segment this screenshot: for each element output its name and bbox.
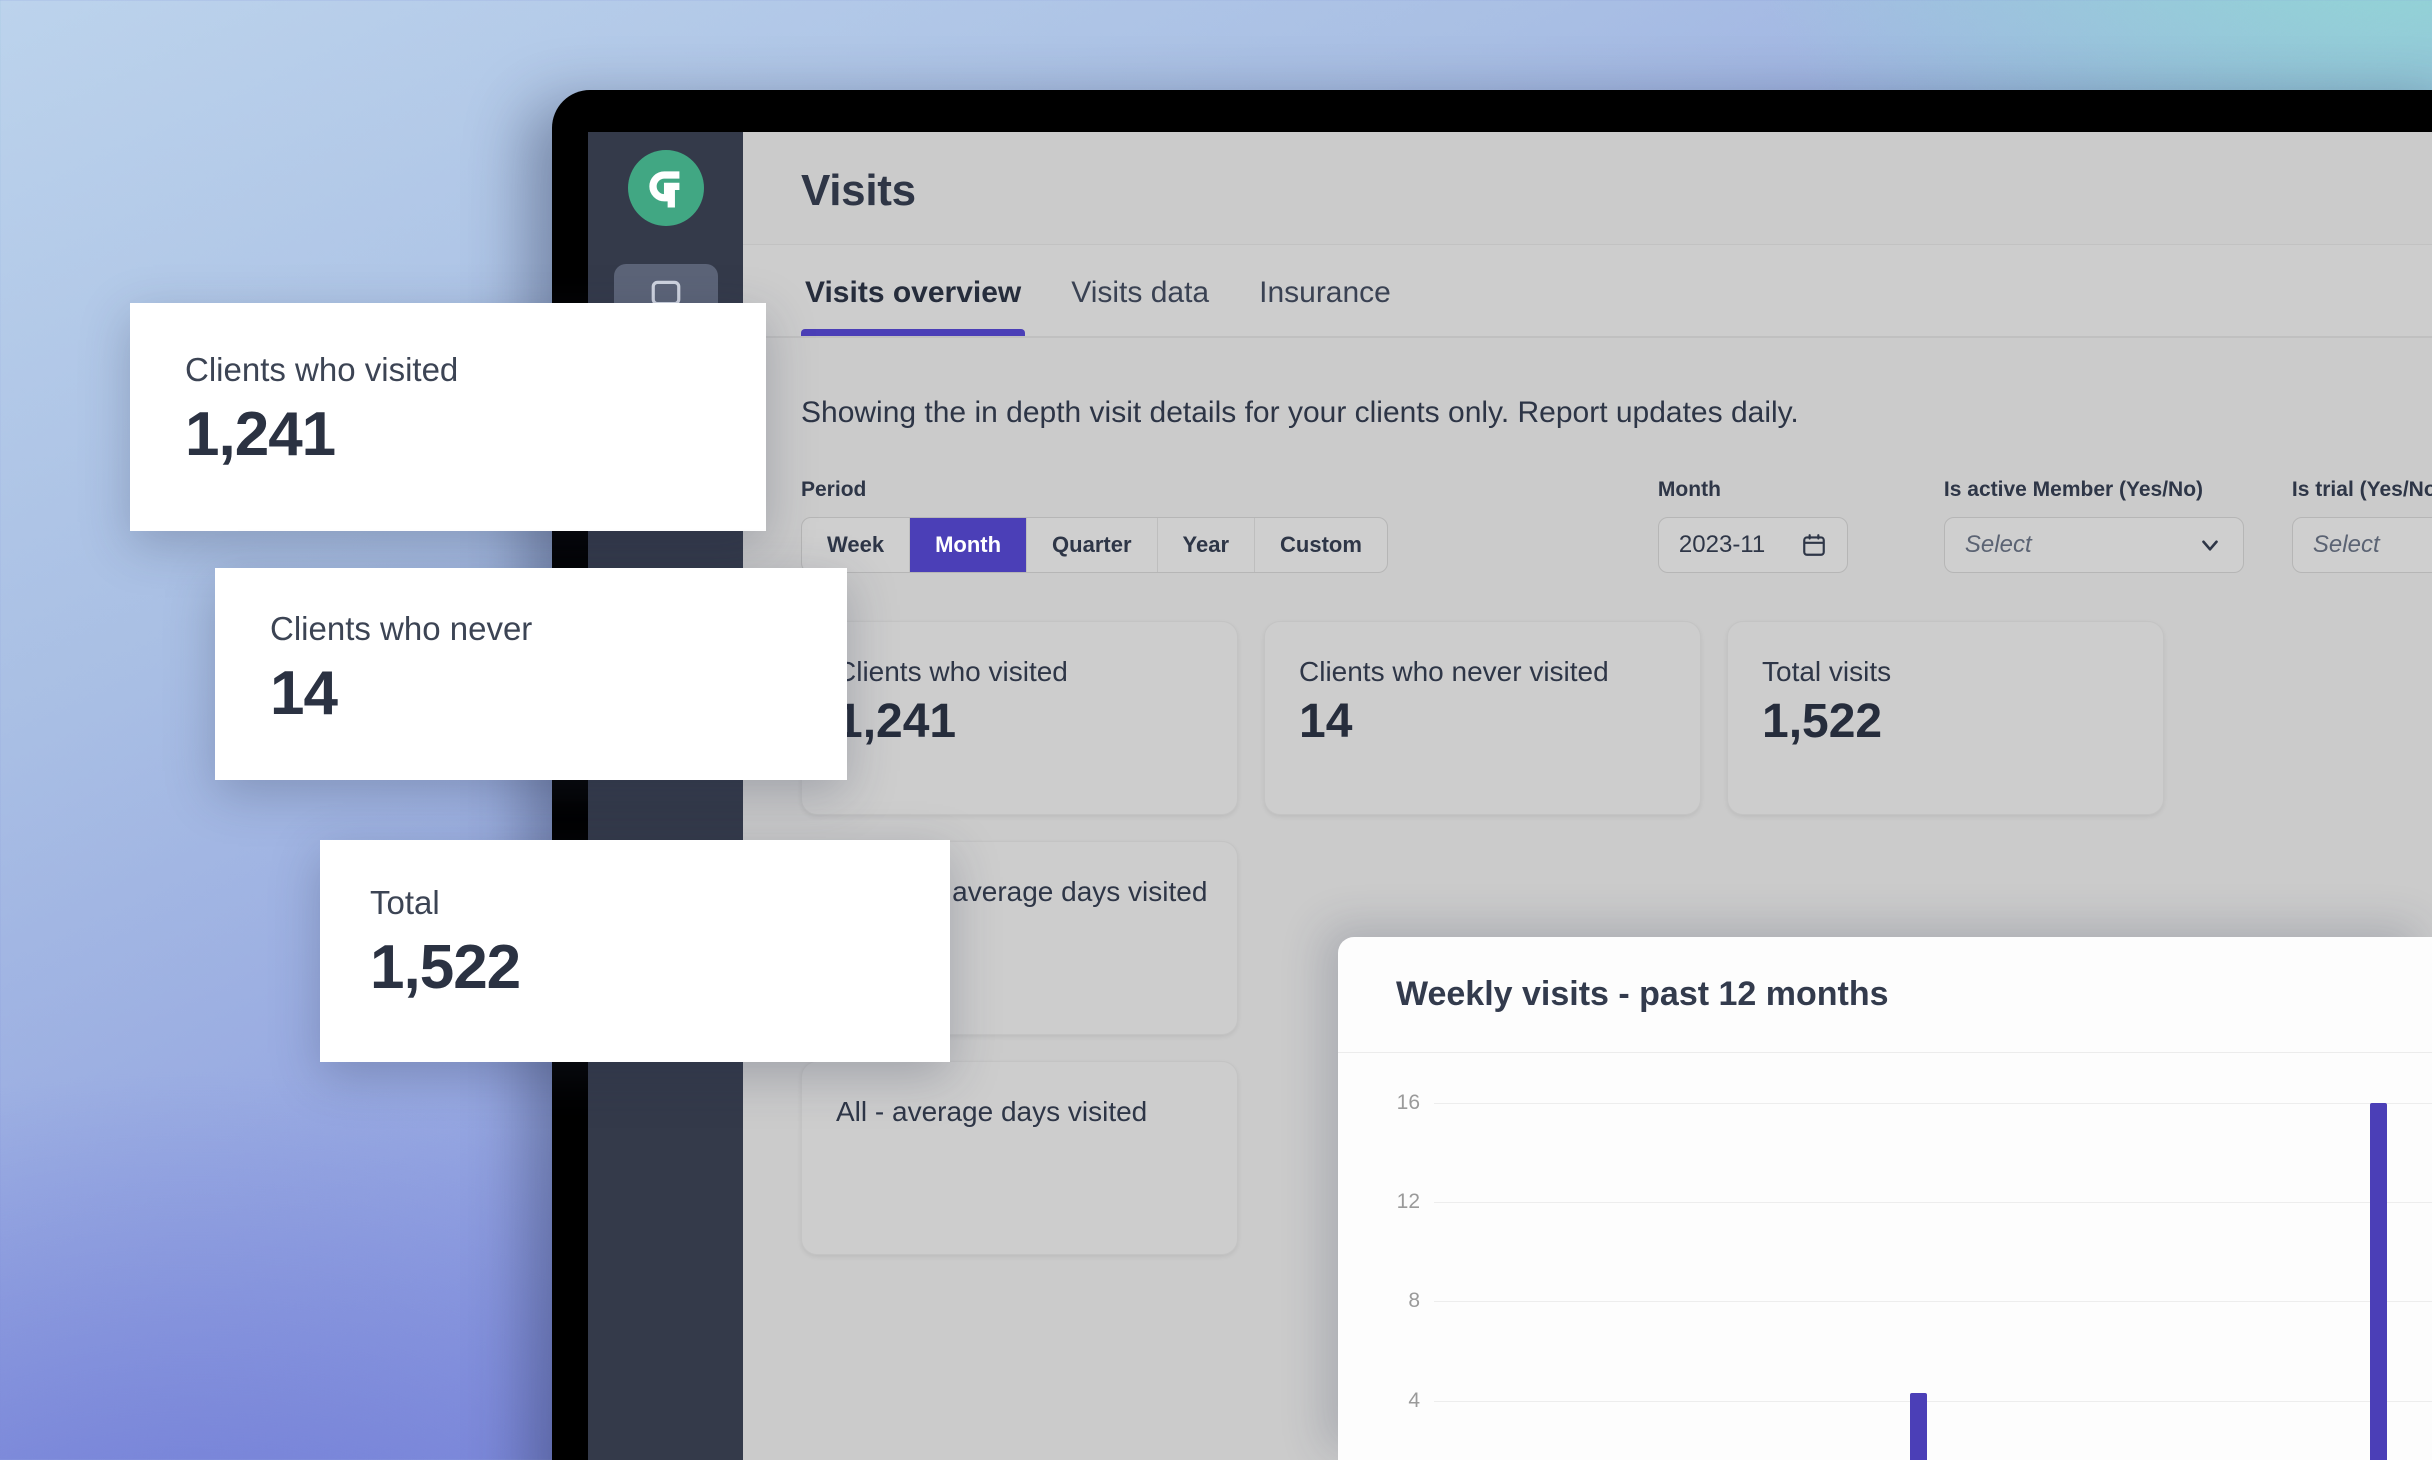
filter-is-active-member-label: Is active Member (Yes/No): [1943, 478, 2204, 501]
chart-y-tick-label: 16: [1396, 1090, 1420, 1114]
callout-label: Clients who never: [270, 610, 533, 647]
filter-bar: Period Week Month Quarter Year Custom Mo…: [801, 478, 2432, 573]
callout-clients-who-never: Clients who never 14: [215, 568, 847, 780]
stat-card-label: Clients who visited: [836, 656, 1068, 687]
tab-bar: Visits overview Visits data Insurance: [743, 244, 2432, 336]
stat-card-value: 1,241: [836, 695, 957, 748]
chart-y-tick-label: 8: [1408, 1289, 1420, 1313]
period-option-week[interactable]: Week: [802, 518, 911, 572]
month-input[interactable]: 2023-11: [1657, 517, 1848, 573]
is-trial-select[interactable]: Select: [2291, 517, 2432, 573]
brand-logo[interactable]: [627, 150, 704, 226]
callout-label: Total: [370, 884, 440, 921]
is-active-member-select[interactable]: Select: [1943, 517, 2244, 573]
callout-clients-who-visited: Clients who visited 1,241: [130, 303, 766, 531]
filter-period-label: Period: [801, 478, 867, 501]
stat-card-value: 1,522: [1762, 695, 1883, 748]
is-active-member-placeholder: Select: [1964, 531, 2032, 558]
report-description: Showing the in depth visit details for y…: [801, 396, 1799, 429]
month-input-value: 2023-11: [1678, 531, 1766, 558]
chevron-down-icon: [2202, 540, 2218, 551]
chart-plot-area: 16 12 8 4: [1338, 1053, 2432, 1460]
stat-card-label: All - average days visited: [836, 1096, 1148, 1127]
period-option-quarter[interactable]: Quarter: [1027, 518, 1158, 572]
page-header: Visits: [743, 132, 2432, 244]
chart-gridline: [1434, 1202, 2432, 1203]
chart-y-tick-label: 4: [1408, 1388, 1420, 1412]
chart-gridline: [1434, 1102, 2432, 1104]
gymdesk-g-logo-icon: [648, 171, 679, 208]
chart-bar[interactable]: [2370, 1102, 2387, 1460]
chart-header: Weekly visits - past 12 months: [1338, 937, 2432, 1053]
stat-card-row-1: Clients who visited 1,241 Clients who ne…: [801, 621, 2432, 815]
callout-total: Total 1,522: [320, 840, 950, 1062]
tab-visits-overview[interactable]: Visits overview: [801, 276, 1026, 336]
filter-month: Month 2023-11: [1657, 478, 1848, 573]
callout-label: Clients who visited: [185, 351, 459, 388]
stat-card-value: 14: [1299, 695, 1353, 748]
chart-gridline: [1434, 1400, 2432, 1402]
chart-bar[interactable]: [1910, 1393, 1927, 1460]
callout-value: 14: [270, 659, 338, 728]
filter-month-label: Month: [1657, 478, 1721, 501]
chart-y-tick-label: 12: [1396, 1190, 1420, 1213]
period-option-custom[interactable]: Custom: [1255, 518, 1387, 572]
chart-gridline: [1434, 1301, 2432, 1303]
filter-period: Period Week Month Quarter Year Custom: [801, 478, 1388, 573]
callout-value: 1,241: [185, 400, 336, 469]
callout-value: 1,522: [370, 933, 521, 1002]
calendar-icon: [1803, 534, 1825, 556]
stat-card-label: Total visits: [1762, 656, 1892, 687]
period-option-month[interactable]: Month: [910, 518, 1028, 572]
stat-card-clients-who-visited[interactable]: Clients who visited 1,241: [801, 621, 1238, 815]
stat-card-label: Clients who never visited: [1299, 656, 1609, 687]
filter-is-trial: Is trial (Yes/No) Select: [2291, 478, 2432, 573]
filter-is-active-member: Is active Member (Yes/No) Select: [1943, 478, 2244, 573]
stat-card-total-visits[interactable]: Total visits 1,522: [1727, 621, 2164, 815]
stat-card-all-average-days-visited[interactable]: All - average days visited: [801, 1061, 1238, 1255]
stat-card-clients-who-never-visited[interactable]: Clients who never visited 14: [1264, 621, 1701, 815]
period-segmented-control: Week Month Quarter Year Custom: [801, 517, 1388, 573]
filter-is-trial-label: Is trial (Yes/No): [2291, 478, 2432, 501]
is-trial-placeholder: Select: [2312, 531, 2380, 558]
tab-insurance[interactable]: Insurance: [1255, 276, 1395, 336]
period-option-year[interactable]: Year: [1158, 518, 1256, 572]
chart-title: Weekly visits - past 12 months: [1396, 975, 1889, 1013]
page-title: Visits: [801, 166, 916, 215]
weekly-visits-chart-panel: Weekly visits - past 12 months 16 12 8 4: [1338, 937, 2432, 1460]
tab-visits-data[interactable]: Visits data: [1067, 276, 1213, 336]
